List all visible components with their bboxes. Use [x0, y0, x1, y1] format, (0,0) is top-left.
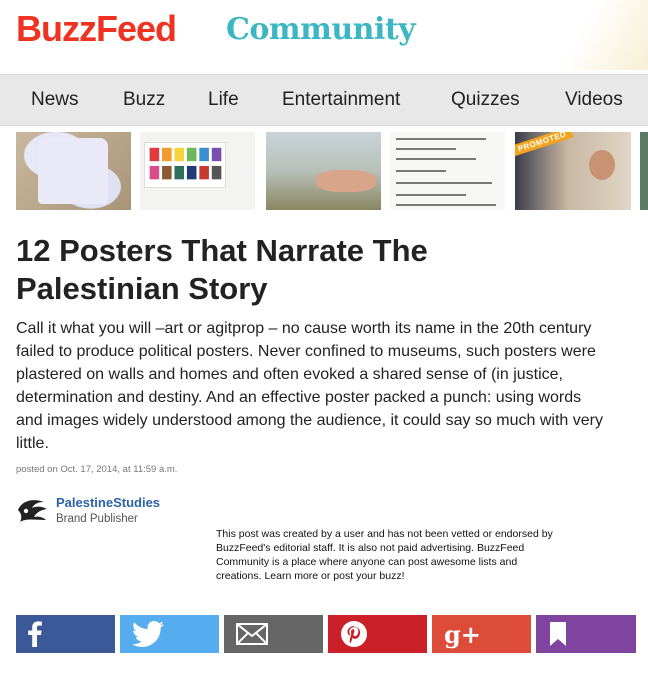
doc-line	[396, 138, 486, 140]
doc-line	[396, 182, 492, 184]
nav-item-news[interactable]: News	[31, 89, 79, 111]
title-line: 12 Posters That Narrate The	[16, 233, 428, 268]
doc-line	[396, 148, 456, 150]
email-share-button[interactable]	[224, 615, 323, 653]
post-timestamp: posted on Oct. 17, 2014, at 11:59 a.m.	[16, 464, 178, 475]
community-logo[interactable]: Community	[226, 12, 416, 47]
disclaimer-line: BuzzFeed's editorial staff. It is also n…	[216, 542, 525, 554]
thumbnail-partial[interactable]	[640, 132, 648, 210]
promoted-badge: PROMOTED	[515, 132, 574, 157]
google-plus-icon: g+	[444, 619, 481, 649]
intro-line: little.	[16, 435, 49, 452]
nav-item-videos[interactable]: Videos	[565, 89, 623, 111]
thumbnail-shirts[interactable]	[16, 132, 131, 210]
email-icon	[236, 623, 268, 645]
author-name-link[interactable]: PalestineStudies	[56, 495, 160, 510]
title-line: Palestinian Story	[16, 271, 268, 306]
bookmark-button[interactable]	[536, 615, 636, 653]
thumbnail-strip: PROMOTED	[0, 132, 648, 212]
nav-item-quizzes[interactable]: Quizzes	[451, 89, 520, 111]
person-figure	[316, 170, 376, 192]
doc-line	[396, 204, 496, 206]
main-nav: News Buzz Life Entertainment Quizzes Vid…	[0, 74, 648, 126]
thumbnail-photo-people[interactable]	[266, 132, 381, 210]
shirt-image	[38, 138, 108, 204]
twitter-icon	[132, 621, 164, 647]
palette-image	[144, 142, 226, 188]
author-role: Brand Publisher	[56, 513, 138, 525]
article-intro: Call it what you will –art or agitprop –…	[16, 317, 636, 455]
intro-line: failed to produce political posters. Nev…	[16, 343, 596, 360]
header-decoration	[538, 0, 648, 70]
disclaimer-line: Community is a place where anyone can po…	[216, 556, 518, 568]
pinterest-share-button[interactable]	[328, 615, 427, 653]
buzzfeed-logo[interactable]: BuzzFeed	[16, 8, 177, 50]
site-header: BuzzFeed Community	[0, 0, 648, 74]
intro-line: plastered on walls and homes and often e…	[16, 366, 563, 383]
doc-line	[396, 170, 446, 172]
twitter-share-button[interactable]	[120, 615, 219, 653]
thumbnail-document[interactable]	[390, 132, 505, 210]
disclaimer-line: This post was created by a user and has …	[216, 528, 553, 540]
share-bar: g+	[16, 615, 636, 653]
pinterest-icon	[341, 621, 367, 647]
intro-line: determination and destiny. And an effect…	[16, 389, 582, 406]
nav-item-entertainment[interactable]: Entertainment	[282, 89, 400, 111]
google-plus-share-button[interactable]: g+	[432, 615, 531, 653]
thumbnail-promoted[interactable]: PROMOTED	[515, 132, 631, 210]
thumbnail-watercolors[interactable]	[140, 132, 255, 210]
author-avatar[interactable]	[16, 496, 50, 526]
doc-line	[396, 158, 476, 160]
nav-item-buzz[interactable]: Buzz	[123, 89, 165, 111]
article-title: 12 Posters That Narrate The Palestinian …	[16, 232, 626, 308]
intro-line: Call it what you will –art or agitprop –…	[16, 320, 592, 337]
intro-line: and images widely understood among the a…	[16, 412, 603, 429]
bookmark-icon	[550, 622, 566, 646]
person-face	[589, 150, 615, 180]
doc-line	[396, 194, 466, 196]
facebook-share-button[interactable]	[16, 615, 115, 653]
nav-item-life[interactable]: Life	[208, 89, 239, 111]
facebook-icon	[28, 621, 42, 647]
disclaimer-line[interactable]: creations. Learn more or post your buzz!	[216, 569, 626, 583]
community-disclaimer: This post was created by a user and has …	[216, 527, 626, 583]
